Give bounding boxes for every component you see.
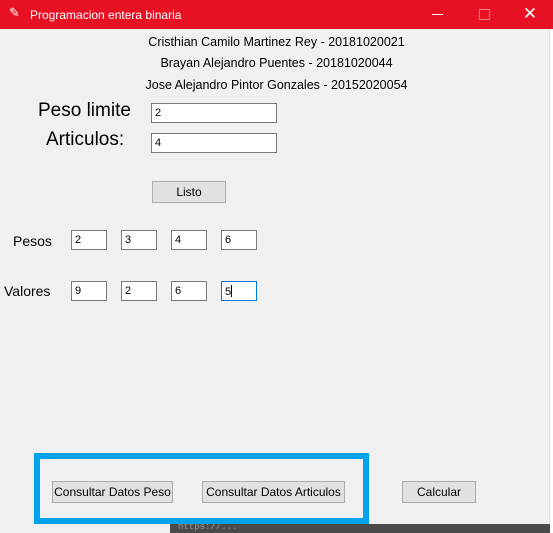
background-window-strip: https://... <box>170 524 550 533</box>
peso-input-4[interactable]: 6 <box>221 230 257 250</box>
text-caret <box>231 285 233 297</box>
consultar-datos-peso-button[interactable]: Consultar Datos Peso <box>52 481 173 503</box>
consultar-datos-articulos-button[interactable]: Consultar Datos Articulos <box>202 481 345 503</box>
close-button[interactable]: ✕ <box>507 0 553 29</box>
valor-input-4[interactable]: 5 <box>221 281 257 301</box>
peso-input-3[interactable]: 4 <box>171 230 207 250</box>
pesos-label: Pesos <box>13 233 52 249</box>
maximize-icon <box>479 9 490 20</box>
author-line-3: Jose Alejandro Pintor Gonzales - 2015202… <box>145 78 408 92</box>
background-text: https://... <box>178 524 238 532</box>
peso-limite-input[interactable]: 2 <box>151 103 277 123</box>
valor-input-2[interactable]: 2 <box>121 281 157 301</box>
listo-button[interactable]: Listo <box>152 181 226 203</box>
title-bar[interactable]: ✎ Programacion entera binaria ✕ <box>0 0 553 29</box>
minimize-button[interactable] <box>415 0 461 29</box>
feather-icon: ✎ <box>9 6 20 21</box>
peso-input-1[interactable]: 2 <box>71 230 107 250</box>
valor-input-1[interactable]: 9 <box>71 281 107 301</box>
close-icon: ✕ <box>522 4 538 24</box>
articulos-label: Articulos: <box>46 129 125 150</box>
calcular-button[interactable]: Calcular <box>402 481 476 503</box>
valores-label: Valores <box>4 283 51 299</box>
valor-input-3[interactable]: 6 <box>171 281 207 301</box>
articulos-input[interactable]: 4 <box>151 133 277 153</box>
maximize-button[interactable] <box>461 0 507 29</box>
author-line-2: Brayan Alejandro Puentes - 20181020044 <box>160 56 393 70</box>
peso-limite-label: Peso limite <box>38 100 131 121</box>
window-title: Programacion entera binaria <box>30 8 182 22</box>
minimize-icon <box>432 14 443 15</box>
peso-input-2[interactable]: 3 <box>121 230 157 250</box>
author-line-1: Cristhian Camilo Martinez Rey - 20181020… <box>148 35 405 49</box>
